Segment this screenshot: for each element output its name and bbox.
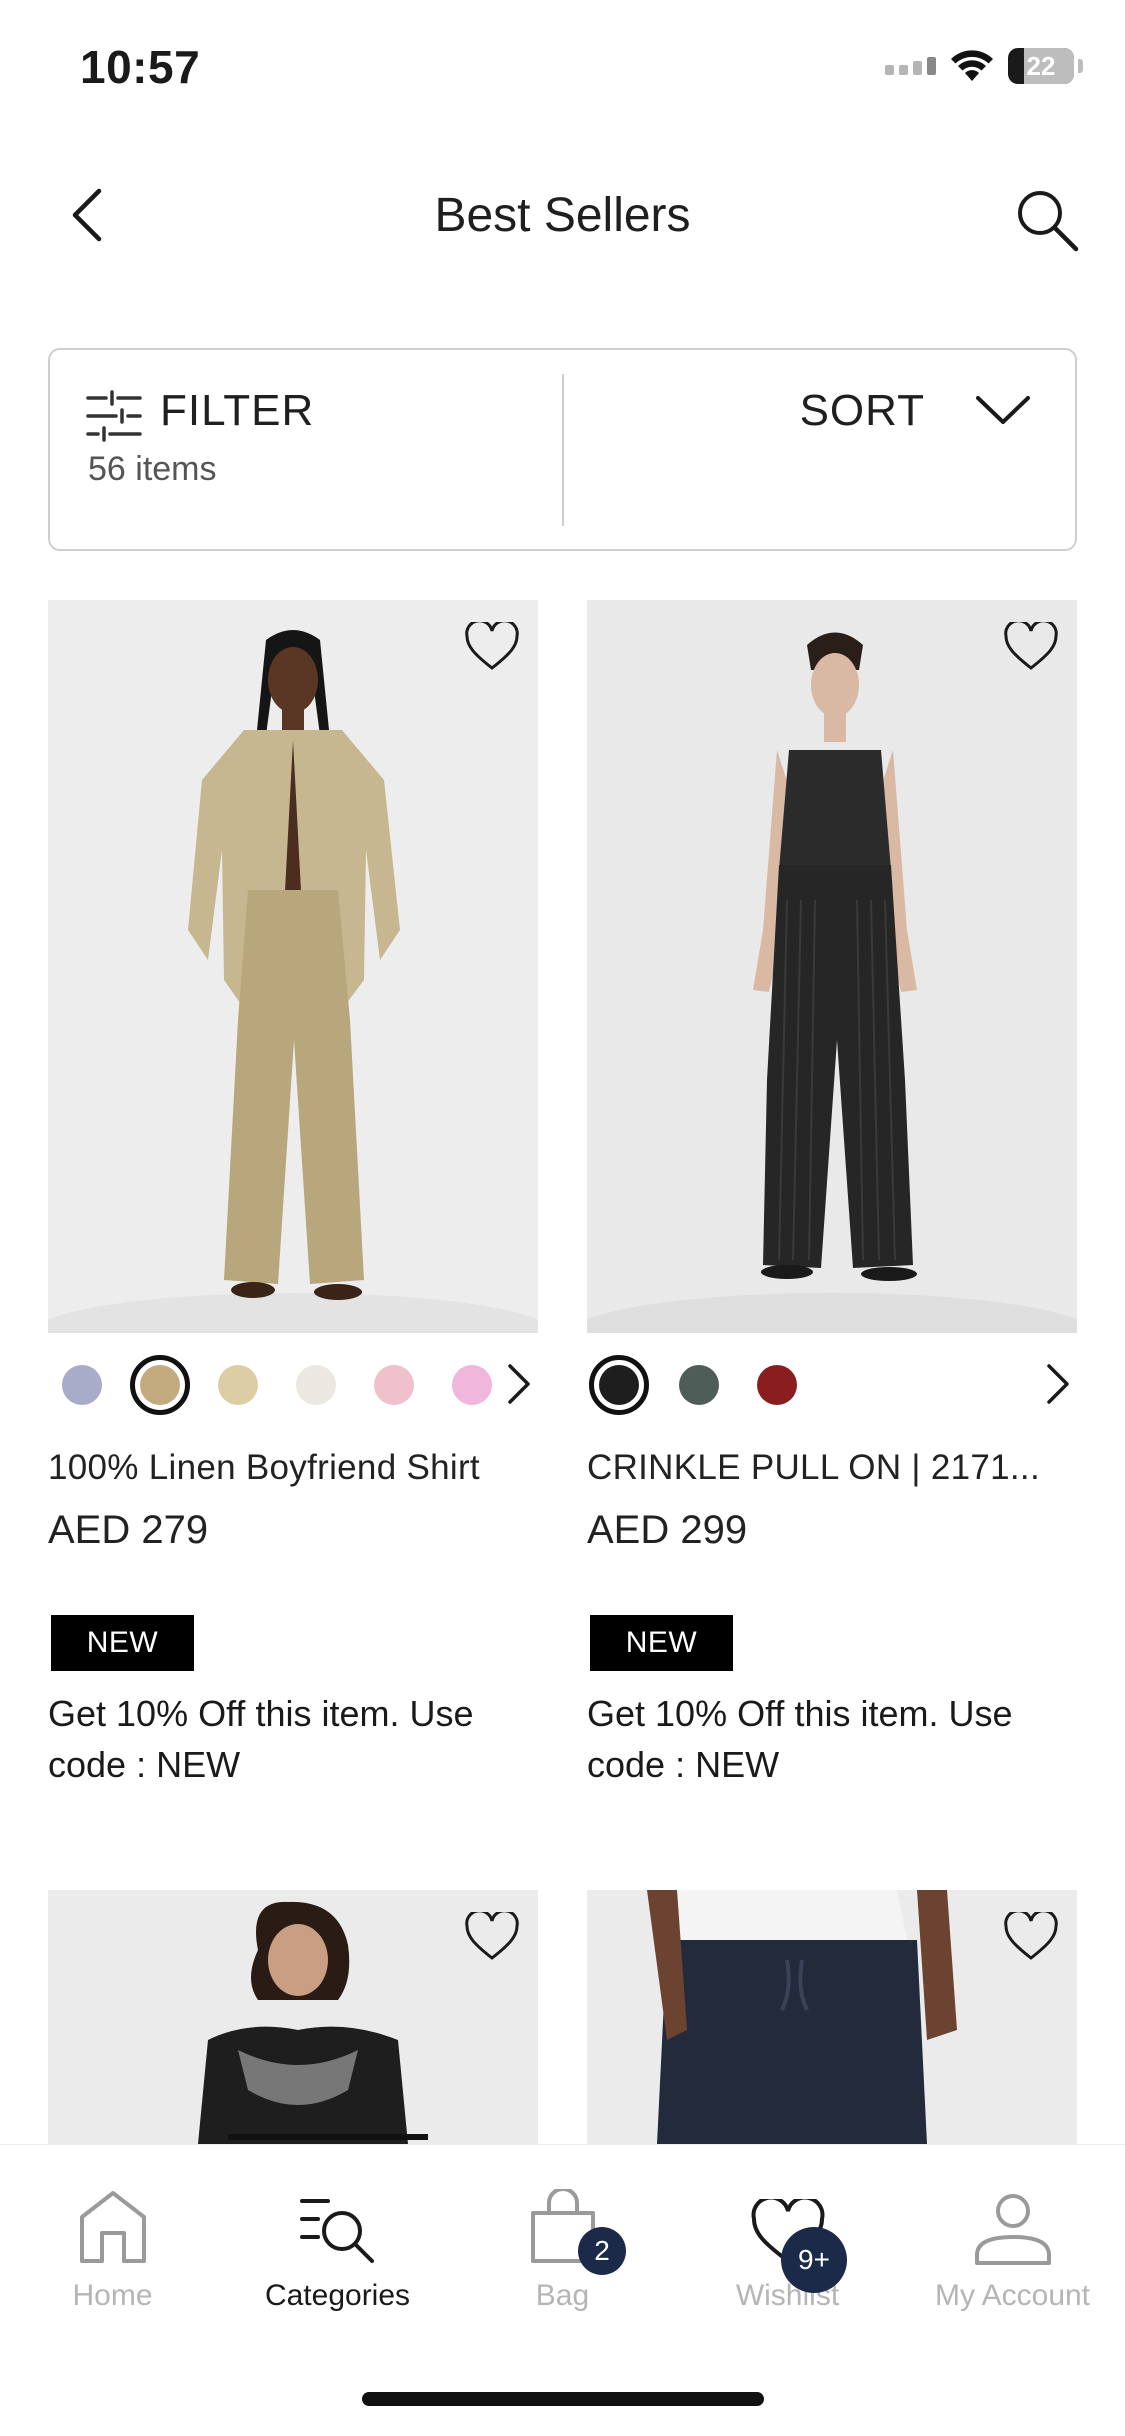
product-card[interactable] <box>48 1890 538 2144</box>
new-badge: NEW <box>590 1615 733 1671</box>
color-swatch[interactable] <box>218 1365 258 1405</box>
tab-bag[interactable]: 2 Bag <box>450 2175 675 2325</box>
status-bar: 10:57 22 <box>0 0 1125 130</box>
wifi-icon <box>951 50 993 81</box>
status-time: 10:57 <box>80 41 201 93</box>
sort-button[interactable]: SORT <box>563 350 1075 549</box>
product-name[interactable]: 100% Linen Boyfriend Shirt <box>48 1448 538 1488</box>
color-swatch[interactable] <box>757 1365 797 1405</box>
chevron-right-icon <box>1047 1364 1069 1404</box>
tab-my-account[interactable]: My Account <box>900 2175 1125 2325</box>
categories-search-icon <box>299 2199 374 2263</box>
product-photo-crinkle-pants <box>587 600 1077 1333</box>
color-swatches <box>587 1355 1077 1425</box>
chevron-down-icon <box>976 396 1030 424</box>
wishlist-button[interactable] <box>464 619 520 672</box>
tab-label: Bag <box>535 2279 590 2312</box>
heart-icon <box>1004 619 1058 670</box>
header: Best Sellers <box>0 160 1125 270</box>
tab-label: Wishlist <box>735 2279 840 2312</box>
product-photo-linen-shirt <box>48 600 538 1333</box>
filter-sort-bar: FILTER 56 items SORT <box>48 348 1077 551</box>
wishlist-button[interactable] <box>1003 619 1059 672</box>
status-icons: 22 <box>885 48 1083 84</box>
promo-text: Get 10% Off this item. Use code : NEW <box>587 1693 1013 1785</box>
product-image[interactable] <box>587 600 1077 1333</box>
swatch-next-button[interactable] <box>1045 1363 1071 1410</box>
filter-button[interactable]: FILTER 56 items <box>50 350 562 549</box>
filter-label: FILTER <box>160 386 315 435</box>
battery-level: 22 <box>1026 51 1056 81</box>
home-indicator[interactable] <box>362 2392 764 2406</box>
color-swatch[interactable] <box>296 1365 336 1405</box>
color-swatch[interactable] <box>452 1365 492 1405</box>
tab-home[interactable]: Home <box>0 2175 225 2325</box>
heart-icon <box>1004 1909 1058 1960</box>
color-swatch[interactable] <box>679 1365 719 1405</box>
color-swatches <box>48 1355 538 1425</box>
wishlist-button[interactable] <box>1003 1909 1059 1962</box>
bag-count-badge: 2 <box>578 2227 626 2275</box>
sort-label: SORT <box>799 386 925 435</box>
search-icon <box>1018 191 1079 252</box>
person-icon <box>974 2194 1051 2265</box>
wishlist-button[interactable] <box>464 1909 520 1962</box>
filter-sliders-icon <box>86 390 142 442</box>
product-price: AED 299 <box>587 1508 748 1552</box>
color-swatch-selected[interactable] <box>130 1355 190 1415</box>
swatch-next-button[interactable] <box>506 1363 532 1410</box>
product-card[interactable] <box>587 1890 1077 2144</box>
tab-wishlist[interactable]: 9+ Wishlist <box>675 2175 900 2325</box>
product-price: AED 279 <box>48 1508 209 1552</box>
product-name[interactable]: CRINKLE PULL ON | 2171... <box>587 1448 1077 1488</box>
search-button[interactable] <box>1007 180 1087 260</box>
heart-icon <box>465 1909 519 1960</box>
home-icon <box>79 2191 146 2263</box>
color-swatch[interactable] <box>62 1365 102 1405</box>
item-count: 56 items <box>88 450 217 488</box>
new-badge: NEW <box>51 1615 194 1671</box>
wishlist-count-badge: 9+ <box>781 2227 847 2293</box>
color-swatch-selected[interactable] <box>589 1355 649 1415</box>
page-title: Best Sellers <box>434 189 691 242</box>
chevron-right-icon <box>508 1364 530 1404</box>
battery-icon: 22 <box>1008 48 1074 84</box>
color-swatch[interactable] <box>374 1365 414 1405</box>
tab-categories[interactable]: Categories <box>225 2175 450 2325</box>
heart-icon <box>465 619 519 670</box>
tab-label: Categories <box>264 2279 411 2312</box>
promo-text: Get 10% Off this item. Use code : NEW <box>48 1693 474 1785</box>
tab-label: Home <box>72 2279 153 2312</box>
product-image[interactable] <box>48 600 538 1333</box>
tab-label: My Account <box>934 2279 1091 2312</box>
cellular-signal-icon <box>885 57 936 75</box>
